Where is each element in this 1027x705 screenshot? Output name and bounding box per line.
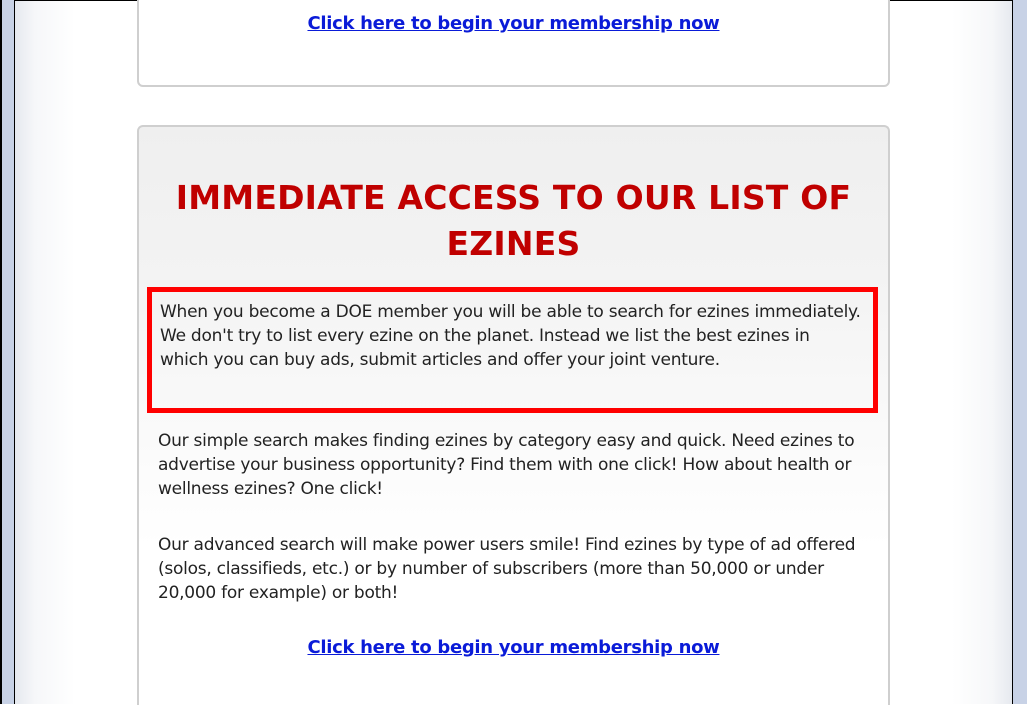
- highlighted-paragraph-box: When you become a DOE member you will be…: [147, 287, 878, 413]
- highlighted-paragraph: When you become a DOE member you will be…: [160, 302, 861, 370]
- window-left-frame: [0, 0, 15, 704]
- immediate-access-section: IMMEDIATE ACCESS TO OUR LIST OF EZINES W…: [137, 125, 890, 705]
- page-content: Click here to begin your membership now …: [15, 0, 1012, 705]
- simple-search-paragraph: Our simple search makes finding ezines b…: [158, 431, 855, 499]
- window-right-frame: [1012, 0, 1027, 704]
- section-heading: IMMEDIATE ACCESS TO OUR LIST OF EZINES: [175, 178, 852, 263]
- advanced-search-paragraph: Our advanced search will make power user…: [158, 535, 856, 603]
- begin-membership-link-top[interactable]: Click here to begin your membership now: [139, 13, 888, 34]
- membership-box-top: Click here to begin your membership now: [137, 0, 890, 87]
- begin-membership-link-bottom[interactable]: Click here to begin your membership now: [139, 637, 888, 658]
